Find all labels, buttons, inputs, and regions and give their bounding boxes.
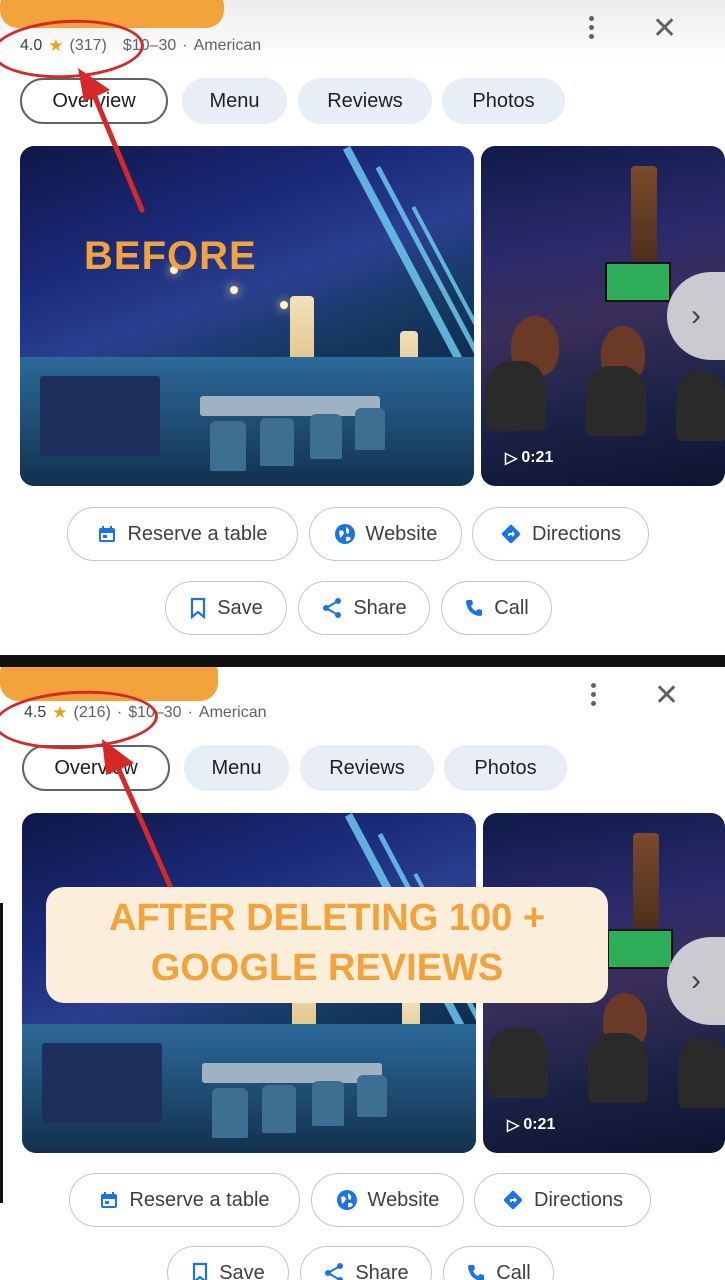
panel-divider — [0, 655, 725, 667]
video-duration: ▷ 0:21 — [505, 449, 554, 467]
calendar-icon — [101, 1192, 118, 1208]
directions-button[interactable]: Directions — [474, 1173, 651, 1227]
directions-icon — [503, 1190, 523, 1210]
edge-strip — [0, 903, 3, 1203]
video-duration: ▷ 0:21 — [507, 1116, 556, 1134]
share-icon — [325, 1263, 344, 1280]
bookmark-icon — [191, 597, 206, 619]
before-panel: 4.0 ★ (317) $10–30 · American ✕ Overview… — [0, 0, 725, 655]
website-button[interactable]: Website — [309, 507, 462, 561]
tab-reviews[interactable]: Reviews — [298, 78, 432, 124]
more-options-icon[interactable] — [589, 16, 595, 43]
tab-photos[interactable]: Photos — [442, 78, 565, 124]
chevron-right-icon: › — [691, 964, 701, 997]
before-label: BEFORE — [84, 234, 257, 278]
chevron-right-icon: › — [691, 299, 701, 332]
save-button[interactable]: Save — [167, 1246, 289, 1280]
share-button[interactable]: Share — [300, 1246, 432, 1280]
reserve-table-button[interactable]: Reserve a table — [69, 1173, 300, 1227]
save-button[interactable]: Save — [165, 581, 287, 635]
separator: · — [187, 704, 193, 721]
close-icon[interactable]: ✕ — [652, 14, 677, 44]
red-arrow-annotation — [78, 68, 145, 213]
cuisine: American — [198, 704, 267, 721]
after-deleting-label: AFTER DELETING 100 + GOOGLE REVIEWS — [46, 887, 608, 1003]
directions-icon — [501, 524, 521, 544]
directions-button[interactable]: Directions — [472, 507, 649, 561]
globe-icon — [336, 1190, 357, 1210]
globe-icon — [334, 524, 355, 544]
cuisine: American — [193, 37, 262, 54]
phone-icon — [468, 1265, 485, 1280]
website-button[interactable]: Website — [311, 1173, 464, 1227]
tab-menu[interactable]: Menu — [182, 78, 287, 124]
more-options-icon[interactable] — [591, 683, 597, 710]
red-arrow-annotation — [102, 739, 173, 889]
call-button[interactable]: Call — [441, 581, 552, 635]
tab-menu[interactable]: Menu — [184, 745, 289, 791]
bookmark-icon — [193, 1262, 208, 1280]
close-icon[interactable]: ✕ — [654, 681, 679, 711]
calendar-icon — [99, 526, 116, 542]
share-button[interactable]: Share — [298, 581, 430, 635]
tab-reviews[interactable]: Reviews — [300, 745, 434, 791]
tab-photos[interactable]: Photos — [444, 745, 567, 791]
reserve-table-button[interactable]: Reserve a table — [67, 507, 298, 561]
share-icon — [323, 598, 342, 618]
play-icon: ▷ — [507, 1117, 520, 1134]
call-button[interactable]: Call — [443, 1246, 554, 1280]
play-icon: ▷ — [505, 450, 518, 467]
separator: · — [182, 37, 188, 54]
phone-icon — [466, 600, 483, 616]
after-panel: 4.5 ★ (216) · $10–30 · American ✕ Overvi… — [0, 667, 725, 1280]
